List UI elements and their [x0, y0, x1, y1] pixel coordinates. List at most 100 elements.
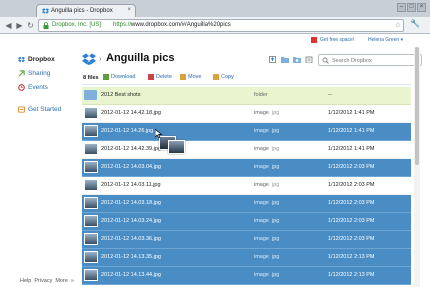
move-button[interactable]: Move: [180, 74, 201, 83]
file-kind-label: image: [254, 254, 269, 260]
upload-icon[interactable]: [269, 56, 277, 63]
image-thumbnail: [84, 161, 98, 173]
file-row[interactable]: 2012-01-12 14.42.18.jpg image jpg 1/12/2012…: [82, 105, 411, 123]
delete-label: Delete: [156, 74, 172, 80]
file-modified-date: 1/12/2012 1:41 PM: [328, 146, 375, 152]
file-row[interactable]: 2012-01-12 14.26.jpg image jpg 1/12/2012 1:…: [82, 123, 411, 141]
folder-header: › Anguilla pics: [82, 52, 422, 70]
privacy-link[interactable]: Privacy: [34, 278, 52, 284]
file-name[interactable]: 2012-01-12 14.13.44.jpg: [101, 272, 161, 278]
image-thumbnail: [84, 269, 98, 281]
file-row[interactable]: 2012-01-12 14.13.44.jpg image jpg 1/12/2012…: [82, 267, 411, 285]
get-free-space-link[interactable]: Get free space!: [320, 37, 354, 43]
dropbox-page: Get free space! Helena Green ▾ Dropbox S…: [0, 35, 430, 287]
page-scrollbar[interactable]: [414, 47, 420, 287]
user-menu[interactable]: Helena Green ▾: [368, 37, 403, 43]
browser-tab-strip: Anguilla pics - Dropbox × – □ ×: [0, 0, 430, 17]
file-kind: image jpg: [254, 128, 279, 134]
search-input[interactable]: [332, 56, 418, 65]
file-modified-date: 1/12/2012 1:41 PM: [328, 110, 375, 116]
file-row[interactable]: 2012-01-12 14.03.04.jpg image jpg 1/12/2012…: [82, 159, 411, 177]
file-row[interactable]: 2012-01-12 14.03.24.jpg image jpg 1/12/2012…: [82, 213, 411, 231]
sidebar-item-label: Events: [28, 84, 48, 91]
url-text: www.dropbox.com/#/Anguilla%20pics: [131, 22, 231, 28]
reload-icon[interactable]: ↻: [25, 20, 36, 31]
folder-icon: [84, 90, 97, 100]
file-name[interactable]: 2012-01-12 14.03.11.jpg: [101, 182, 161, 188]
copy-button[interactable]: Copy: [213, 74, 234, 83]
image-thumbnail: [84, 197, 98, 209]
address-bar[interactable]: Dropbox, Inc. [US] https:// www.dropbox.…: [38, 19, 404, 32]
deleted-files-icon[interactable]: [305, 56, 313, 63]
file-kind: image jpg: [254, 254, 279, 260]
image-thumbnail: [84, 179, 98, 191]
tab-close-icon[interactable]: ×: [127, 7, 131, 13]
file-name[interactable]: 2012-01-12 14.42.39.jpg: [101, 146, 161, 152]
more-link[interactable]: More: [55, 278, 68, 284]
file-kind: image jpg: [254, 236, 279, 242]
url-scheme: https://: [113, 22, 132, 28]
file-name[interactable]: 2012-01-12 14.03.04.jpg: [101, 164, 161, 170]
file-row[interactable]: 2012-01-12 14.03.11.jpg image jpg 1/12/2012…: [82, 177, 411, 195]
minimize-icon[interactable]: –: [397, 3, 406, 12]
new-folder-icon[interactable]: [281, 56, 289, 63]
file-row[interactable]: 2012-01-12 14.13.35.jpg image jpg 1/12/2012…: [82, 249, 411, 267]
file-name[interactable]: 2012-01-12 14.03.18.jpg: [101, 200, 161, 206]
search-box[interactable]: [318, 54, 422, 66]
lock-icon: [43, 22, 49, 29]
share-folder-icon[interactable]: [293, 56, 301, 63]
file-row[interactable]: 2012-01-12 14.03.36.jpg image jpg 1/12/2012…: [82, 231, 411, 249]
search-icon: [322, 57, 329, 64]
file-modified-date: 1/12/2012 2:03 PM: [328, 164, 375, 170]
folder-row[interactable]: 2012 Best shots folder --: [82, 87, 411, 105]
browser-toolbar: ◀ ▶ ↻ Dropbox, Inc. [US] https:// www.dr…: [0, 17, 430, 34]
image-thumbnail: [84, 233, 98, 245]
file-modified-date: 1/12/2012 2:13 PM: [328, 272, 375, 278]
file-kind: image jpg: [254, 182, 279, 188]
wrench-menu-icon[interactable]: 🔧: [410, 19, 420, 28]
action-bar: 8 files Download Delete Move Copy: [82, 72, 411, 85]
file-name[interactable]: 2012 Best shots: [101, 92, 140, 98]
file-kind-label: image: [254, 182, 269, 188]
browser-tab[interactable]: Anguilla pics - Dropbox ×: [36, 4, 136, 17]
forward-arrow-icon[interactable]: ▶: [14, 20, 25, 31]
file-count: 8 files: [83, 75, 99, 81]
scrollbar-thumb[interactable]: [415, 47, 419, 165]
file-modified-date: --: [328, 92, 332, 98]
more-chevron-icon[interactable]: »: [71, 278, 74, 284]
file-kind-label: folder: [254, 92, 268, 98]
gift-icon: [311, 37, 317, 43]
file-name[interactable]: 2012-01-12 14.03.24.jpg: [101, 218, 161, 224]
file-name[interactable]: 2012-01-12 14.03.36.jpg: [101, 236, 161, 242]
image-thumbnail: [84, 125, 98, 137]
file-name[interactable]: 2012-01-12 14.13.35.jpg: [101, 254, 161, 260]
file-extension: jpg: [271, 164, 280, 170]
file-name[interactable]: 2012-01-12 14.42.18.jpg: [101, 110, 161, 116]
window-controls: – □ ×: [396, 3, 426, 12]
download-button[interactable]: Download: [103, 74, 135, 83]
file-kind-label: image: [254, 200, 269, 206]
file-name[interactable]: 2012-01-12 14.26.jpg: [101, 128, 153, 134]
sidebar: Dropbox Sharing Events Get Started Help P…: [0, 47, 78, 287]
copy-icon: [213, 74, 219, 80]
file-kind-label: image: [254, 164, 269, 170]
file-row[interactable]: 2012-01-12 14.03.18.jpg image jpg 1/12/2012…: [82, 195, 411, 213]
file-extension: jpg: [271, 218, 280, 224]
sharing-icon: [18, 70, 25, 77]
cursor-arrow-icon: [155, 129, 163, 138]
sidebar-footer: Help Privacy More»: [20, 278, 77, 284]
close-window-icon[interactable]: ×: [417, 3, 426, 12]
bookmark-star-icon[interactable]: ☆: [395, 21, 401, 29]
file-extension: jpg: [271, 146, 280, 152]
delete-button[interactable]: Delete: [148, 74, 172, 83]
file-kind-label: image: [254, 218, 269, 224]
maximize-icon[interactable]: □: [407, 3, 416, 12]
back-arrow-icon[interactable]: ◀: [3, 20, 14, 31]
file-kind: image jpg: [254, 218, 279, 224]
help-link[interactable]: Help: [20, 278, 31, 284]
page-title: Anguilla pics: [106, 52, 175, 64]
file-extension: jpg: [271, 236, 280, 242]
sidebar-item-label: Sharing: [28, 70, 51, 77]
file-modified-date: 1/12/2012 2:13 PM: [328, 254, 375, 260]
file-row[interactable]: 2012-01-12 14.42.39.jpg image jpg 1/12/2012…: [82, 141, 411, 159]
